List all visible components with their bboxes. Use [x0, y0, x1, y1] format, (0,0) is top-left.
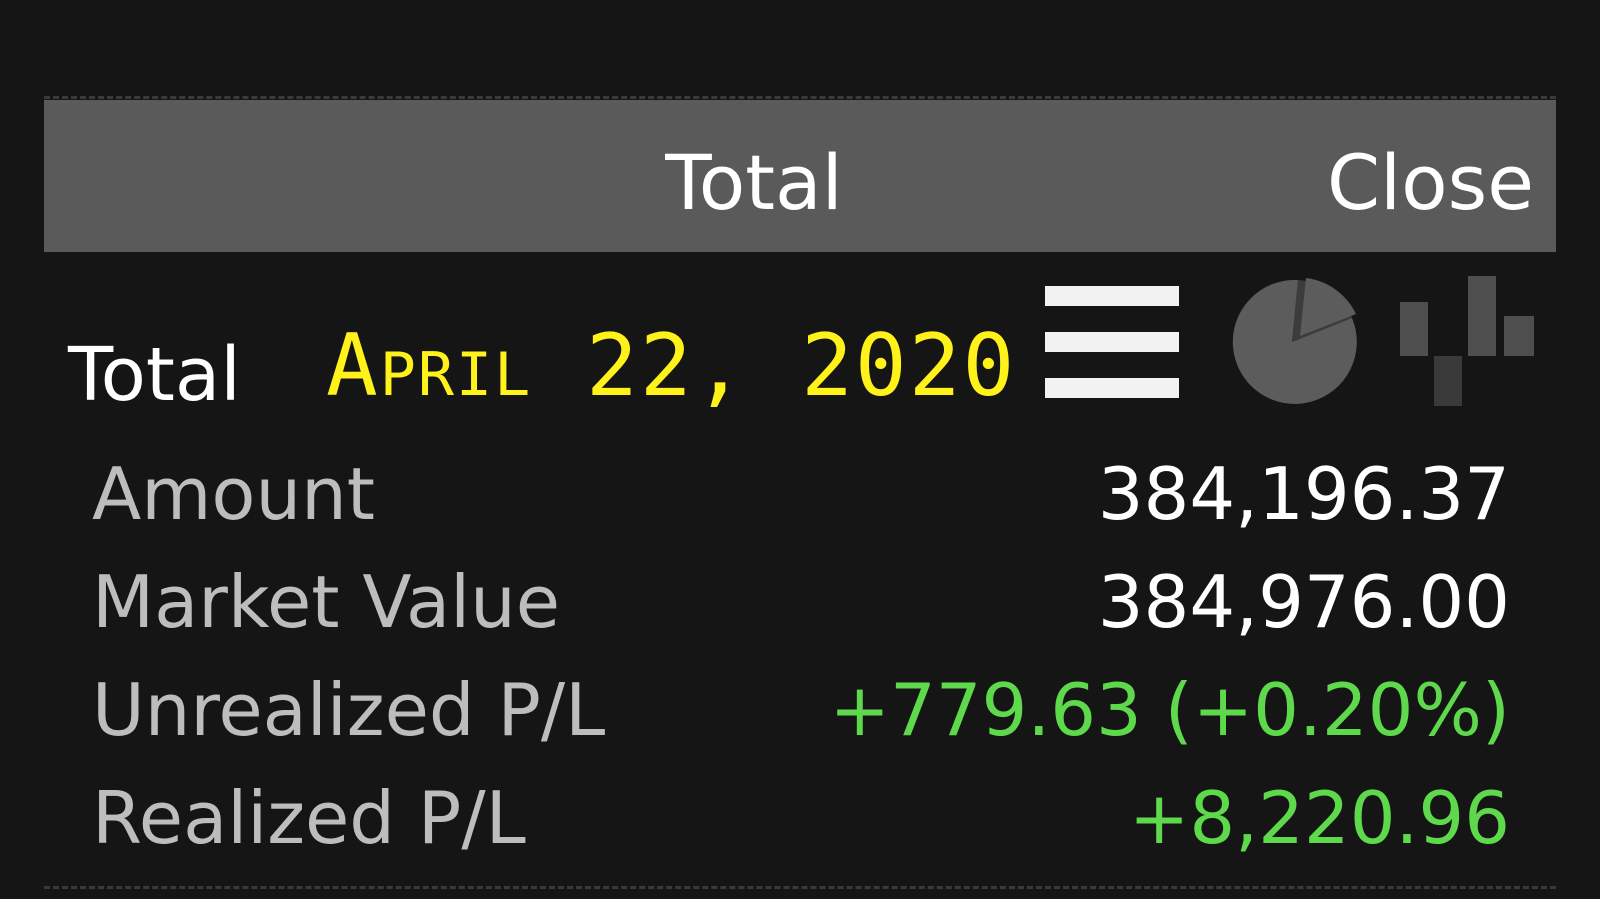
close-button[interactable]: Close — [1327, 138, 1534, 228]
realized-pl-label: Realized P/L — [92, 776, 526, 860]
pie-chart-graphic — [1232, 278, 1357, 404]
amount-label: Amount — [92, 452, 375, 536]
realized-pl-value: +8,220.96 — [1129, 776, 1510, 860]
totals-list: Amount 384,196.37 Market Value 384,976.0… — [92, 440, 1510, 872]
list-icon[interactable] — [1045, 284, 1179, 400]
market-value-value: 384,976.00 — [1097, 560, 1510, 644]
bar-chart-graphic — [1400, 276, 1534, 406]
unrealized-pl-value: +779.63 (+0.20%) — [829, 668, 1510, 752]
unrealized-pl-label: Unrealized P/L — [92, 668, 606, 752]
list-item: Unrealized P/L +779.63 (+0.20%) — [92, 656, 1510, 764]
bottom-divider — [44, 886, 1556, 889]
top-divider — [44, 96, 1556, 99]
list-item: Realized P/L +8,220.96 — [92, 764, 1510, 872]
list-item: Amount 384,196.37 — [92, 440, 1510, 548]
date-stamp: April 22, 2020 — [326, 316, 1017, 416]
total-summary-screen: Total Close Total April 22, 2020 Amount … — [0, 0, 1600, 899]
market-value-label: Market Value — [92, 560, 561, 644]
bar-chart-icon[interactable] — [1400, 276, 1536, 408]
amount-value: 384,196.37 — [1097, 452, 1510, 536]
list-item: Market Value 384,976.00 — [92, 548, 1510, 656]
page-title: Total — [665, 138, 843, 227]
pie-chart-icon[interactable] — [1226, 276, 1358, 408]
section-title: Total — [68, 332, 241, 418]
